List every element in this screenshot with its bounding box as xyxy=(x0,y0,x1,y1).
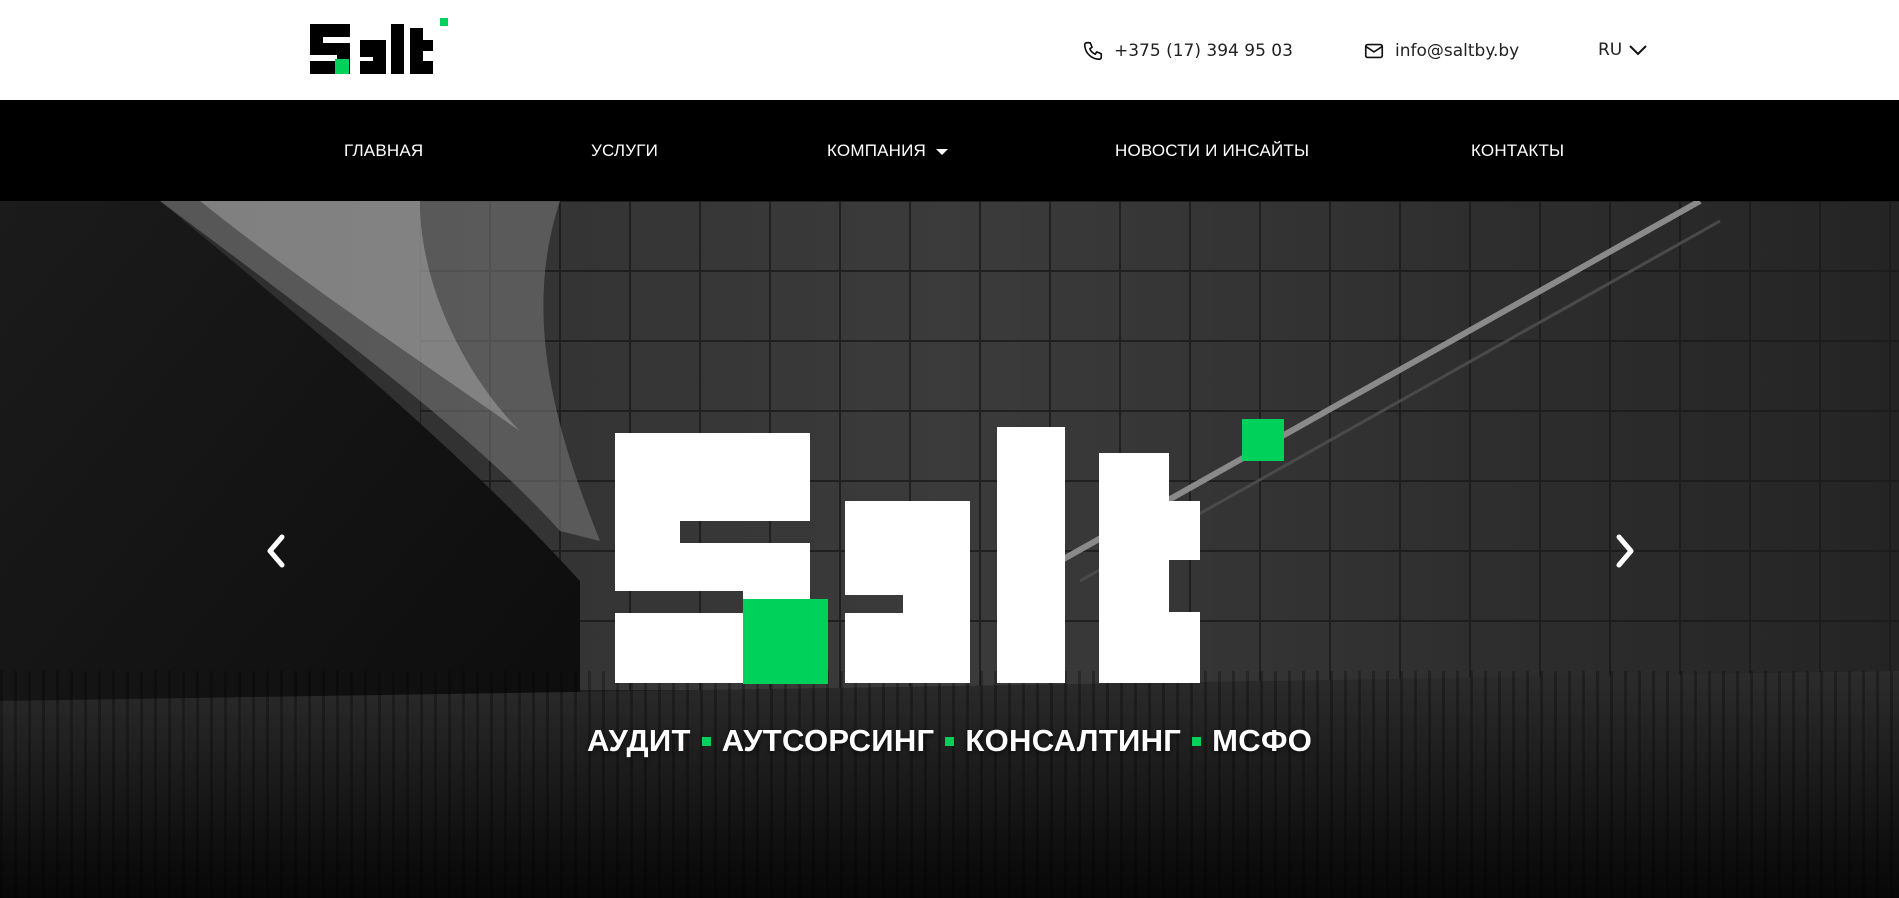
hero-salt-logo xyxy=(615,419,1284,684)
top-header: +375 (17) 394 95 03 info@saltby.by RU xyxy=(0,0,1899,100)
green-square-separator xyxy=(945,736,955,746)
email-address[interactable]: info@saltby.by xyxy=(1395,41,1519,61)
language-selector[interactable]: RU xyxy=(1598,40,1648,60)
main-nav: ГЛАВНАЯ УСЛУГИ КОМПАНИЯ НОВОСТИ И ИНСАЙТ… xyxy=(0,100,1899,201)
nav-item-label: НОВОСТИ И ИНСАЙТЫ xyxy=(1115,140,1310,160)
slider-next-button[interactable] xyxy=(1605,527,1645,575)
phone-contact[interactable]: +375 (17) 394 95 03 xyxy=(1082,38,1293,64)
chevron-down-icon xyxy=(1629,45,1647,56)
nav-item-label: УСЛУГИ xyxy=(591,140,659,160)
nav-item-news[interactable]: НОВОСТИ И ИНСАЙТЫ xyxy=(1115,100,1309,201)
caret-down-icon xyxy=(936,149,949,155)
slogan-item: АУТСОРСИНГ xyxy=(721,723,935,758)
slogan-item: АУДИТ xyxy=(587,723,691,758)
email-contact[interactable]: info@saltby.by xyxy=(1363,38,1519,64)
green-square-separator xyxy=(701,736,711,746)
nav-item-home[interactable]: ГЛАВНАЯ xyxy=(344,100,423,201)
phone-icon xyxy=(1083,41,1103,61)
slogan-item: КОНСАЛТИНГ xyxy=(965,723,1182,758)
nav-item-contacts[interactable]: КОНТАКТЫ xyxy=(1471,100,1564,201)
slogan-item: МСФО xyxy=(1212,723,1313,758)
chevron-left-icon xyxy=(267,534,285,568)
salt-logo[interactable] xyxy=(304,18,454,78)
nav-item-label: КОНТАКТЫ xyxy=(1471,140,1565,160)
hero-slogan: АУДИТ АУТСОРСИНГ КОНСАЛТИНГ МСФО xyxy=(587,721,1312,761)
nav-item-label: ГЛАВНАЯ xyxy=(344,140,424,160)
hero-slider: АУДИТ АУТСОРСИНГ КОНСАЛТИНГ МСФО xyxy=(0,201,1899,898)
nav-item-services[interactable]: УСЛУГИ xyxy=(591,100,658,201)
chevron-right-icon xyxy=(1616,534,1634,568)
nav-item-company[interactable]: КОМПАНИЯ xyxy=(827,100,949,201)
slider-prev-button[interactable] xyxy=(256,527,296,575)
phone-number[interactable]: +375 (17) 394 95 03 xyxy=(1114,41,1293,61)
envelope-icon xyxy=(1364,43,1384,59)
green-square-separator xyxy=(1192,736,1202,746)
nav-item-label: КОМПАНИЯ xyxy=(827,140,927,160)
language-label: RU xyxy=(1598,40,1623,60)
